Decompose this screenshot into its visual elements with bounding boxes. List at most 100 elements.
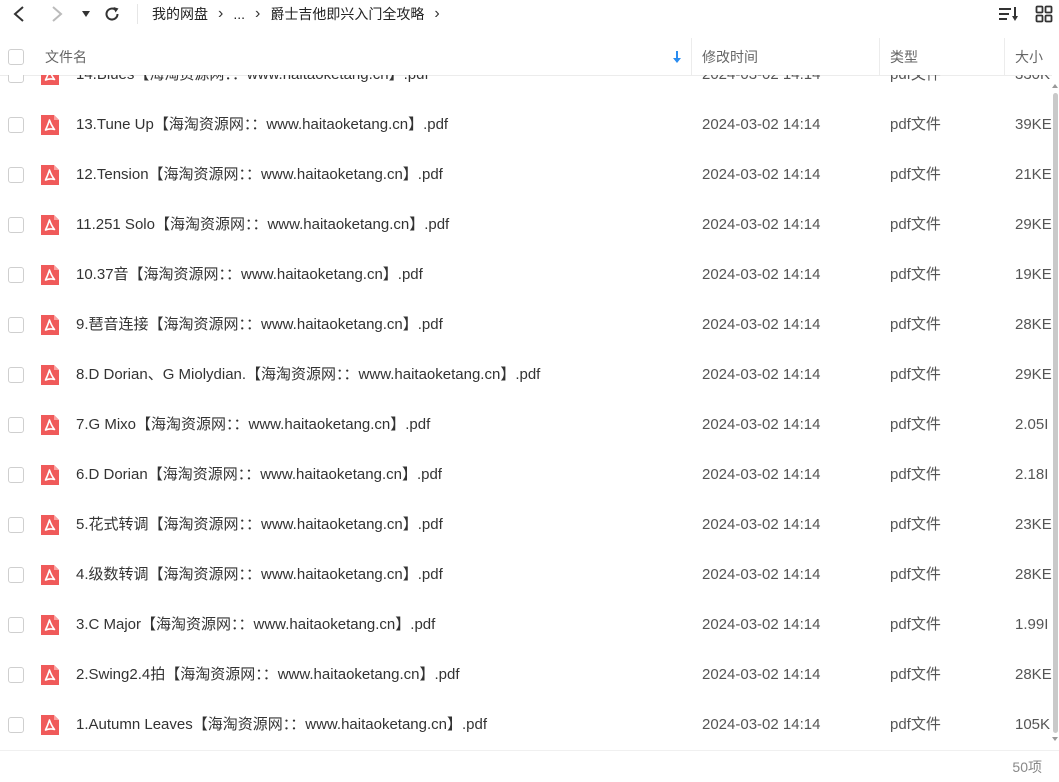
file-row[interactable]: 9.琶音连接【海淘资源网：：www.haitaoketang.cn】.pdf 20… bbox=[0, 300, 1052, 350]
row-checkbox[interactable] bbox=[8, 517, 24, 533]
file-size: 330K bbox=[1015, 75, 1050, 100]
file-row[interactable]: 12.Tension【海淘资源网：：www.haitaoketang.cn】.p… bbox=[0, 150, 1052, 200]
row-checkbox[interactable] bbox=[8, 167, 24, 183]
file-type: pdf文件 bbox=[890, 666, 941, 683]
file-modified-date: 2024-03-02 14:14 bbox=[702, 316, 821, 333]
select-all-checkbox[interactable] bbox=[8, 38, 24, 75]
row-checkbox[interactable] bbox=[8, 717, 24, 733]
row-checkbox[interactable] bbox=[8, 75, 24, 83]
back-arrow-icon[interactable] bbox=[8, 3, 30, 25]
header-name[interactable]: 文件名 bbox=[45, 38, 87, 75]
scroll-up-icon[interactable] bbox=[1052, 84, 1058, 88]
file-modified-date: 2024-03-02 14:14 bbox=[702, 666, 821, 683]
pdf-file-icon bbox=[40, 564, 60, 586]
file-name[interactable]: 14.Blues【海淘资源网：：www.haitaoketang.cn】.pdf bbox=[76, 75, 429, 100]
header-size[interactable]: 大小 bbox=[1015, 38, 1043, 75]
pdf-file-icon bbox=[40, 75, 60, 86]
breadcrumb-current[interactable]: 爵士吉他即兴入门全攻略 bbox=[270, 4, 424, 24]
file-name[interactable]: 1.Autumn Leaves【海淘资源网：：www.haitaoketang.… bbox=[76, 700, 487, 750]
file-modified-date: 2024-03-02 14:14 bbox=[702, 216, 821, 233]
file-name[interactable]: 8.D Dorian、G Miolydian.【海淘资源网：：www.haita… bbox=[76, 350, 540, 400]
grid-view-icon[interactable] bbox=[1033, 3, 1055, 25]
file-type: pdf文件 bbox=[890, 266, 941, 283]
file-row[interactable]: 2.Swing2.4拍【海淘资源网：：www.haitaoketang.cn】.… bbox=[0, 650, 1052, 700]
file-name[interactable]: 4.级数转调【海淘资源网：：www.haitaoketang.cn】.pdf bbox=[76, 550, 443, 600]
file-name[interactable]: 2.Swing2.4拍【海淘资源网：：www.haitaoketang.cn】.… bbox=[76, 650, 460, 700]
row-checkbox[interactable] bbox=[8, 367, 24, 383]
file-size: 28KE bbox=[1015, 566, 1052, 583]
file-type: pdf文件 bbox=[890, 416, 941, 433]
file-modified-date: 2024-03-02 14:14 bbox=[702, 266, 821, 283]
refresh-icon[interactable] bbox=[101, 3, 123, 25]
file-row[interactable]: 11.251 Solo【海淘资源网：：www.haitaoketang.cn】.… bbox=[0, 200, 1052, 250]
pdf-file-icon bbox=[40, 364, 60, 386]
file-row[interactable]: 1.Autumn Leaves【海淘资源网：：www.haitaoketang.… bbox=[0, 700, 1052, 750]
header-modified[interactable]: 修改时间 bbox=[702, 38, 758, 75]
chevron-right-icon: › bbox=[434, 5, 440, 22]
file-type: pdf文件 bbox=[890, 366, 941, 383]
file-modified-date: 2024-03-02 14:14 bbox=[702, 366, 821, 383]
file-type: pdf文件 bbox=[890, 216, 941, 233]
header-type[interactable]: 类型 bbox=[890, 38, 918, 75]
file-modified-date: 2024-03-02 14:14 bbox=[702, 516, 821, 533]
file-row[interactable]: 6.D Dorian【海淘资源网：：www.haitaoketang.cn】.p… bbox=[0, 450, 1052, 500]
row-checkbox[interactable] bbox=[8, 317, 24, 333]
file-size: 1.99I bbox=[1015, 616, 1049, 633]
file-name[interactable]: 7.G Mixo【海淘资源网：：www.haitaoketang.cn】.pdf bbox=[76, 400, 430, 450]
file-modified-date: 2024-03-02 14:14 bbox=[702, 716, 821, 733]
file-size: 29KE bbox=[1015, 216, 1052, 233]
file-row[interactable]: 13.Tune Up【海淘资源网：：www.haitaoketang.cn】.p… bbox=[0, 100, 1052, 150]
file-row[interactable]: 5.花式转调【海淘资源网：：www.haitaoketang.cn】.pdf 20… bbox=[0, 500, 1052, 550]
file-type: pdf文件 bbox=[890, 466, 941, 483]
scroll-down-icon[interactable] bbox=[1052, 737, 1058, 741]
forward-arrow-icon[interactable] bbox=[46, 3, 68, 25]
pdf-file-icon bbox=[40, 214, 60, 236]
file-type: pdf文件 bbox=[890, 316, 941, 333]
file-row[interactable]: 10.37音【海淘资源网：：www.haitaoketang.cn】.pdf 20… bbox=[0, 250, 1052, 300]
file-size: 28KE bbox=[1015, 666, 1052, 683]
row-checkbox[interactable] bbox=[8, 617, 24, 633]
row-checkbox[interactable] bbox=[8, 267, 24, 283]
file-name[interactable]: 3.C Major【海淘资源网：：www.haitaoketang.cn】.pd… bbox=[76, 600, 435, 650]
row-checkbox[interactable] bbox=[8, 567, 24, 583]
file-name[interactable]: 12.Tension【海淘资源网：：www.haitaoketang.cn】.p… bbox=[76, 150, 443, 200]
file-name[interactable]: 9.琶音连接【海淘资源网：：www.haitaoketang.cn】.pdf bbox=[76, 300, 443, 350]
breadcrumb-ellipsis[interactable]: ... bbox=[233, 6, 245, 22]
file-modified-date: 2024-03-02 14:14 bbox=[702, 75, 820, 100]
row-checkbox[interactable] bbox=[8, 117, 24, 133]
file-modified-date: 2024-03-02 14:14 bbox=[702, 466, 821, 483]
file-size: 23KE bbox=[1015, 516, 1052, 533]
sort-list-icon[interactable] bbox=[997, 3, 1021, 25]
row-checkbox[interactable] bbox=[8, 667, 24, 683]
column-divider bbox=[1004, 38, 1005, 75]
column-header: 文件名 修改时间 类型 大小 bbox=[0, 38, 1059, 76]
file-size: 29KE bbox=[1015, 366, 1052, 383]
file-name[interactable]: 11.251 Solo【海淘资源网：：www.haitaoketang.cn】.… bbox=[76, 200, 449, 250]
file-name[interactable]: 13.Tune Up【海淘资源网：：www.haitaoketang.cn】.p… bbox=[76, 100, 448, 150]
file-modified-date: 2024-03-02 14:14 bbox=[702, 416, 821, 433]
file-row[interactable]: 14.Blues【海淘资源网：：www.haitaoketang.cn】.pdf… bbox=[0, 75, 1052, 100]
file-row[interactable]: 8.D Dorian、G Miolydian.【海淘资源网：：www.haita… bbox=[0, 350, 1052, 400]
file-modified-date: 2024-03-02 14:14 bbox=[702, 616, 821, 633]
pdf-file-icon bbox=[40, 514, 60, 536]
row-checkbox[interactable] bbox=[8, 417, 24, 433]
row-checkbox[interactable] bbox=[8, 467, 24, 483]
dropdown-icon[interactable] bbox=[78, 3, 94, 25]
breadcrumb-root[interactable]: 我的网盘 bbox=[152, 4, 208, 24]
pdf-file-icon bbox=[40, 314, 60, 336]
file-row[interactable]: 3.C Major【海淘资源网：：www.haitaoketang.cn】.pd… bbox=[0, 600, 1052, 650]
sort-arrow-icon[interactable] bbox=[672, 38, 682, 75]
file-name[interactable]: 10.37音【海淘资源网：：www.haitaoketang.cn】.pdf bbox=[76, 250, 423, 300]
file-type: pdf文件 bbox=[890, 75, 941, 100]
file-size: 2.18I bbox=[1015, 466, 1049, 483]
column-divider bbox=[691, 38, 692, 75]
file-list: 14.Blues【海淘资源网：：www.haitaoketang.cn】.pdf… bbox=[0, 75, 1052, 750]
file-name[interactable]: 6.D Dorian【海淘资源网：：www.haitaoketang.cn】.p… bbox=[76, 450, 442, 500]
file-name[interactable]: 5.花式转调【海淘资源网：：www.haitaoketang.cn】.pdf bbox=[76, 500, 443, 550]
row-checkbox[interactable] bbox=[8, 217, 24, 233]
file-row[interactable]: 4.级数转调【海淘资源网：：www.haitaoketang.cn】.pdf 20… bbox=[0, 550, 1052, 600]
scrollbar-thumb[interactable] bbox=[1053, 93, 1058, 733]
file-modified-date: 2024-03-02 14:14 bbox=[702, 116, 821, 133]
toolbar: 我的网盘 › ... › 爵士吉他即兴入门全攻略 › bbox=[0, 0, 1059, 28]
file-row[interactable]: 7.G Mixo【海淘资源网：：www.haitaoketang.cn】.pdf… bbox=[0, 400, 1052, 450]
